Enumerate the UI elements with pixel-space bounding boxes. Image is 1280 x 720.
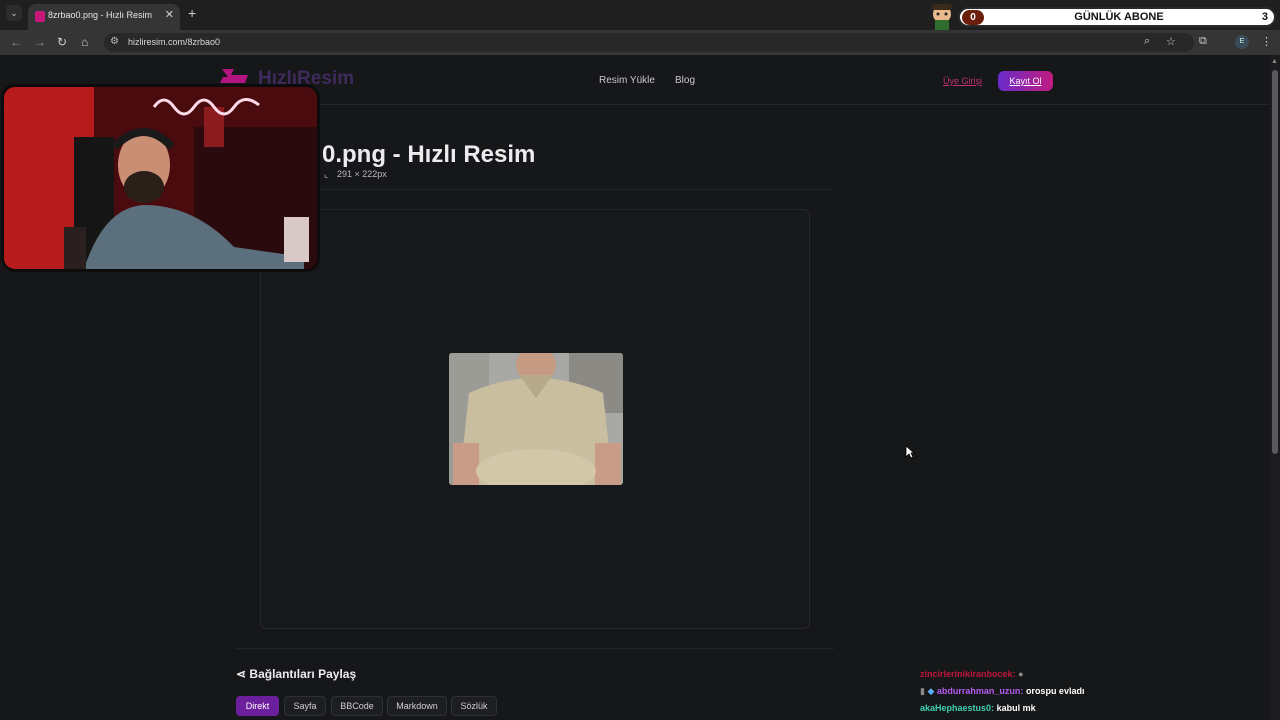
share-tab-markdown[interactable]: Markdown (387, 696, 447, 716)
favicon-icon (35, 11, 45, 22)
share-links-heading: ⋖ Bağlantıları Paylaş (236, 667, 356, 681)
image-viewer (260, 209, 810, 629)
share-links-title: Bağlantıları Paylaş (249, 667, 357, 681)
browser-toolbar: ← → ↻ ⌂ ⚙ hizliresim.com/8zrbao0 ⌕ ☆ ⧉ E… (0, 30, 1280, 55)
webcam-feed (1, 84, 320, 272)
mascot-icon (932, 4, 952, 30)
scroll-up-arrow-icon[interactable]: ▲ (1271, 58, 1278, 65)
tab-title: 8zrbao0.png - Hızlı Resim (48, 10, 153, 20)
back-icon[interactable]: ← (10, 35, 22, 49)
daily-subscriber-counter: 0 GÜNLÜK ABONE 3 (958, 7, 1276, 27)
uploaded-image[interactable] (449, 353, 623, 485)
share-tab-page[interactable]: Sayfa (284, 696, 326, 716)
emote-icon: ● (1018, 669, 1024, 679)
chat-text: orospu evladı (1025, 686, 1085, 696)
tab-search-icon[interactable]: ⌄ (6, 5, 22, 21)
reload-icon[interactable]: ↻ (57, 35, 67, 49)
share-icon: ⋖ (236, 667, 247, 681)
chat-message: ▮ ◆ abdurrahman_uzun: orospu evladı (920, 686, 1084, 703)
scrollbar-thumb[interactable] (1272, 70, 1278, 454)
stream-chat: zincirlerinikiranbocek: ● ▮ ◆ abdurrahma… (920, 669, 1084, 720)
signup-button[interactable]: Kayıt Ol (998, 71, 1053, 91)
dimensions-icon: ⌞ (324, 169, 329, 179)
extensions-icon[interactable]: ⧉ (1199, 35, 1207, 48)
chat-message: zincirlerinikiranbocek: ● (920, 669, 1084, 686)
badge-icon: ▮ (920, 686, 925, 696)
image-dimensions: 291 × 222px (337, 169, 387, 179)
share-tab-direct[interactable]: Direkt (236, 696, 279, 716)
home-icon[interactable]: ⌂ (81, 35, 88, 49)
login-link[interactable]: Üye Girişi (943, 76, 982, 86)
chat-username: akaHephaestus0: (920, 703, 995, 713)
menu-icon[interactable]: ⋮ (1261, 35, 1272, 48)
nav-upload-image[interactable]: Resim Yükle (599, 75, 655, 86)
site-info-icon[interactable]: ⚙ (110, 36, 119, 47)
logo-icon[interactable] (218, 67, 254, 85)
share-tab-bbcode[interactable]: BBCode (331, 696, 383, 716)
address-bar[interactable]: ⚙ hizliresim.com/8zrbao0 ⌕ ☆ (104, 33, 1194, 52)
bookmark-star-icon[interactable]: ☆ (1166, 35, 1176, 48)
subscriber-goal-count: 3 (1261, 11, 1268, 23)
new-tab-icon[interactable]: + (188, 5, 196, 21)
forward-icon[interactable]: → (34, 35, 46, 49)
zoom-icon[interactable]: ⌕ (1144, 35, 1150, 48)
chat-username: abdurrahman_uzun: (936, 686, 1024, 696)
share-tab-dictionary[interactable]: Sözlük (451, 696, 497, 716)
mouse-cursor-icon (905, 445, 915, 459)
divider (236, 648, 834, 649)
url-text: hizliresim.com/8zrbao0 (128, 37, 221, 47)
subscriber-counter-title: GÜNLÜK ABONE (1074, 11, 1164, 23)
nav-blog[interactable]: Blog (675, 75, 695, 86)
chat-text: kabul mk (996, 703, 1036, 713)
gem-badge-icon: ◆ (927, 686, 935, 696)
tab-close-icon[interactable]: ✕ (165, 8, 174, 21)
chat-username: zincirlerinikiranbocek: (920, 669, 1016, 679)
divider (236, 189, 834, 190)
profile-avatar[interactable]: E (1235, 35, 1249, 49)
chat-message: akaHephaestus0: kabul mk (920, 703, 1084, 720)
browser-tab[interactable]: 8zrbao0.png - Hızlı Resim ✕ (28, 4, 180, 30)
page-title: 0.png - Hızlı Resim (322, 141, 536, 168)
